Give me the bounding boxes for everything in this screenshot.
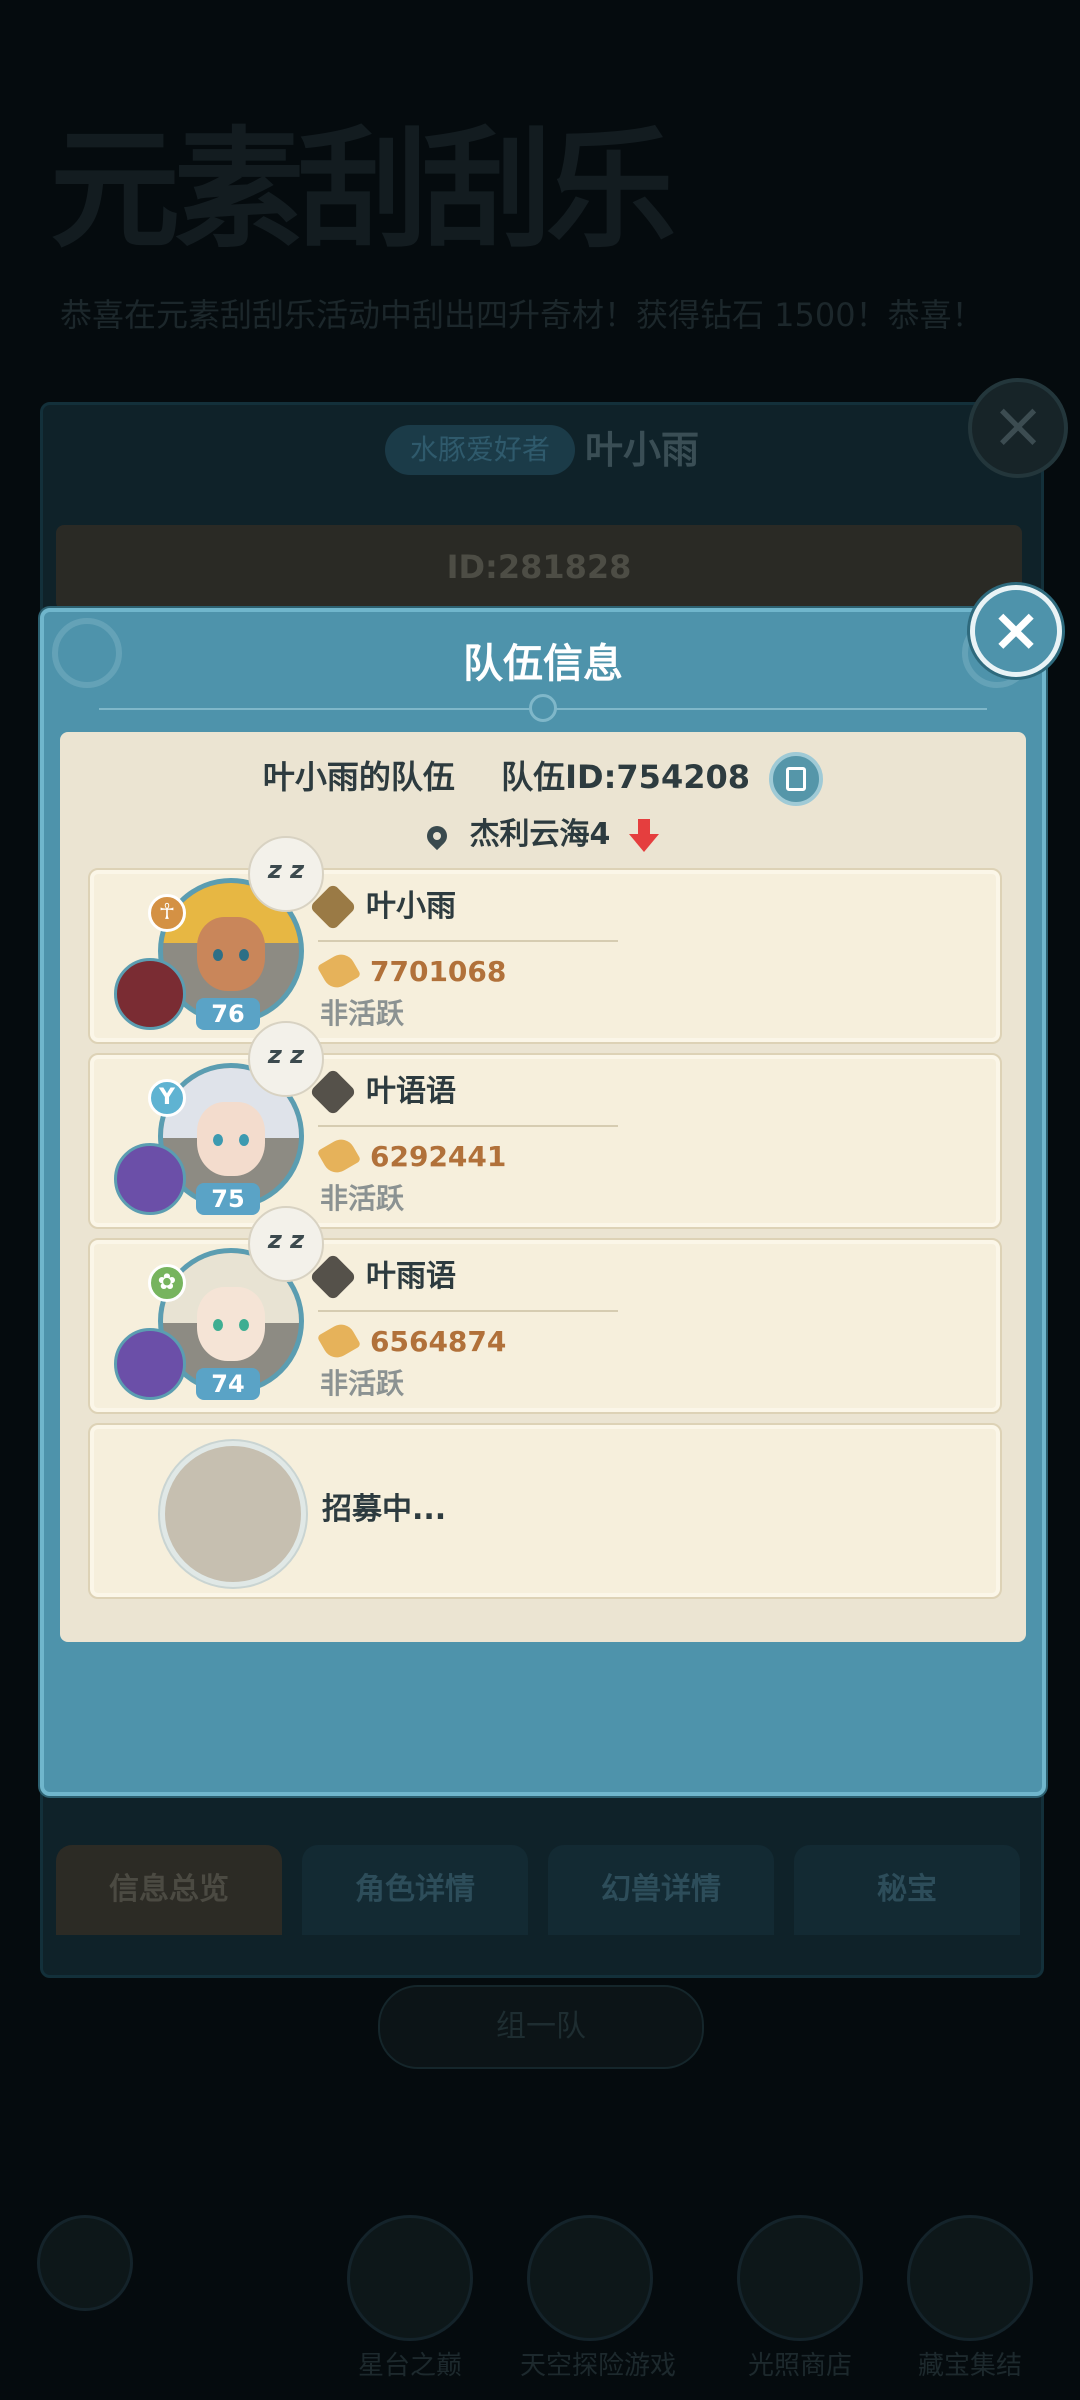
class-badge-icon: Y — [148, 1079, 186, 1117]
tab-treasure[interactable]: 秘宝 — [794, 1845, 1020, 1935]
red-down-arrow-icon — [628, 818, 659, 853]
pet-avatar — [114, 1143, 186, 1215]
player-id: ID:281828 — [446, 548, 632, 586]
class-badge-icon: ☥ — [148, 894, 186, 932]
team-info-content: 叶小雨的队伍 队伍ID:754208 杰利云海4 ☥ 76 z z 叶小雨 77… — [60, 732, 1026, 1642]
player-name: 叶小雨 — [585, 428, 700, 472]
class-badge-icon: ✿ — [148, 1264, 186, 1302]
team-header: 叶小雨的队伍 队伍ID:754208 — [60, 747, 1026, 807]
copy-team-id-button[interactable] — [769, 752, 824, 806]
sleeping-bubble-icon: z z — [248, 836, 324, 912]
sleeping-bubble-icon: z z — [248, 1021, 324, 1097]
member-power: 6292441 — [370, 1140, 507, 1173]
member-level: 74 — [196, 1368, 260, 1400]
team-member-card[interactable]: Y 75 z z 叶语语 6292441 非活跃 — [88, 1021, 1002, 1229]
member-power: 6564874 — [370, 1325, 507, 1358]
modal-title: 队伍信息 — [463, 641, 623, 687]
member-name: 叶小雨 — [366, 889, 456, 924]
team-member-card[interactable]: ✿ 74 z z 叶雨语 6564874 非活跃 — [88, 1206, 1002, 1414]
bottom-nav-treasure-gather[interactable]: 藏宝集结 — [900, 2215, 1040, 2381]
gear-ornament-icon — [529, 694, 557, 722]
star-icon — [347, 2215, 473, 2341]
recruiting-label: 招募中... — [322, 1492, 447, 1527]
tab-character-details[interactable]: 角色详情 — [302, 1845, 528, 1935]
member-level: 75 — [196, 1183, 260, 1215]
profile-tabs: 信息总览 角色详情 幻兽详情 秘宝 — [56, 1845, 1022, 1935]
member-power: 7701068 — [370, 955, 507, 988]
location-pin-icon — [422, 821, 452, 850]
sleeping-bubble-icon: z z — [248, 1206, 324, 1282]
member-status: 非活跃 — [320, 997, 405, 1030]
close-modal-button[interactable]: × — [970, 585, 1062, 677]
combat-power-icon — [316, 949, 362, 993]
tab-beast-details[interactable]: 幻兽详情 — [548, 1845, 774, 1935]
bottom-nav-shop[interactable]: 光照商店 — [730, 2215, 870, 2381]
globe-icon — [527, 2215, 653, 2341]
combat-power-icon — [316, 1319, 362, 1363]
bottom-nav-sky-adventure[interactable]: 天空探险游戏 — [520, 2215, 676, 2381]
member-status: 非活跃 — [320, 1367, 405, 1400]
team-location: 杰利云海4 — [60, 810, 1026, 860]
member-level: 76 — [196, 998, 260, 1030]
team-info-modal: 队伍信息 叶小雨的队伍 队伍ID:754208 杰利云海4 ☥ 76 z z 叶… — [40, 608, 1046, 1796]
pet-avatar — [114, 958, 186, 1030]
member-status: 非活跃 — [320, 1182, 405, 1215]
combat-power-icon — [316, 1134, 362, 1178]
recruiting-slot[interactable]: 招募中... — [88, 1423, 1002, 1599]
empty-member-avatar — [160, 1441, 306, 1587]
copy-icon — [786, 767, 807, 791]
tab-overview[interactable]: 信息总览 — [56, 1845, 282, 1935]
divider — [318, 1310, 618, 1312]
player-id-bar: ID:281828 — [56, 525, 1022, 610]
member-name: 叶语语 — [366, 1074, 456, 1109]
pet-avatar — [114, 1328, 186, 1400]
profile-close-button[interactable]: × — [968, 378, 1068, 478]
member-name: 叶雨语 — [366, 1259, 456, 1294]
menu-button[interactable] — [30, 2215, 140, 2375]
event-title: 元素刮刮乐 — [50, 114, 676, 266]
divider — [318, 1125, 618, 1127]
shop-icon — [737, 2215, 863, 2341]
divider — [318, 940, 618, 942]
menu-icon — [37, 2215, 133, 2311]
team-id: 队伍ID:754208 — [501, 758, 751, 796]
team-name: 叶小雨的队伍 — [262, 758, 455, 796]
player-title-badge: 水豚爱好者 — [385, 425, 575, 475]
location-name: 杰利云海4 — [469, 817, 611, 852]
bottom-nav-star-summit[interactable]: 星台之巅 — [340, 2215, 480, 2381]
form-team-button[interactable]: 组一队 — [378, 1985, 704, 2069]
chest-icon — [907, 2215, 1033, 2341]
team-member-card[interactable]: ☥ 76 z z 叶小雨 7701068 非活跃 — [88, 836, 1002, 1044]
broadcast-banner: 恭喜在元素刮刮乐活动中刮出四升奇材！获得钻石 1500！恭喜！ — [60, 296, 984, 334]
